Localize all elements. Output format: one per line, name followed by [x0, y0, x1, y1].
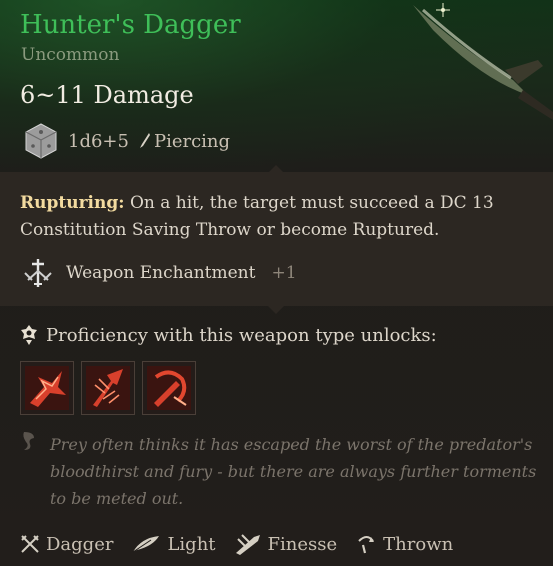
- weapon-enchantment-icon: [24, 259, 52, 287]
- finesse-icon: [235, 534, 260, 555]
- enchantment-bonus: +1: [271, 263, 297, 283]
- enchantment-row: Weapon Enchantment +1: [20, 258, 297, 288]
- weapon-properties: Dagger Light Finesse Thrown: [20, 533, 453, 555]
- proficiency-label: Proficiency with this weapon type unlock…: [46, 324, 437, 346]
- thrown-icon: [358, 536, 375, 554]
- cleave-action-icon: [147, 366, 191, 410]
- enchantment-label: Weapon Enchantment: [66, 263, 256, 283]
- dagger-artwork: [413, 3, 553, 120]
- tag-dagger: Dagger: [20, 534, 113, 555]
- damage-type-label: Piercing: [153, 130, 231, 152]
- damage-type: Piercing: [137, 131, 230, 152]
- tag-light: Light: [131, 533, 216, 555]
- tag-label: Light: [167, 533, 216, 555]
- feather-icon: [133, 536, 160, 553]
- tag-label: Thrown: [383, 533, 454, 555]
- flavor-text: Prey often thinks it has escaped the wor…: [50, 435, 537, 508]
- item-damage: 6~11 Damage: [20, 81, 194, 109]
- flavor-text-icon: [23, 432, 34, 450]
- crossed-blades-icon: [21, 535, 39, 553]
- rupturing-label: Rupturing:: [20, 193, 125, 213]
- tag-label: Finesse: [267, 533, 338, 555]
- rupturing-property: Rupturing: On a hit, the target must suc…: [20, 190, 535, 244]
- tag-thrown: Thrown: [355, 533, 453, 555]
- tag-finesse: Finesse: [234, 533, 338, 555]
- weapon-action-1[interactable]: [20, 361, 74, 415]
- piercing-icon: [139, 133, 150, 148]
- weapon-action-2[interactable]: [81, 361, 135, 415]
- item-tooltip: Hunter's Dagger Uncommon 6~11 Damage 1d6…: [0, 0, 553, 566]
- damage-dice-row: 1d6+5 Piercing: [22, 122, 230, 160]
- unlocked-actions: [20, 361, 196, 415]
- item-rarity: Uncommon: [21, 45, 120, 65]
- piercing-strike-icon: [86, 366, 130, 410]
- slash-action-icon: [25, 366, 69, 410]
- weapon-action-3[interactable]: [142, 361, 196, 415]
- damage-dice: 1d6+5: [68, 130, 129, 152]
- divider-notch-bottom: [268, 306, 284, 314]
- dice-icon: [25, 123, 57, 159]
- proficiency-icon: [21, 325, 37, 345]
- tag-label: Dagger: [46, 533, 114, 555]
- item-title: Hunter's Dagger: [20, 10, 241, 40]
- proficiency-row: Proficiency with this weapon type unlock…: [20, 324, 437, 346]
